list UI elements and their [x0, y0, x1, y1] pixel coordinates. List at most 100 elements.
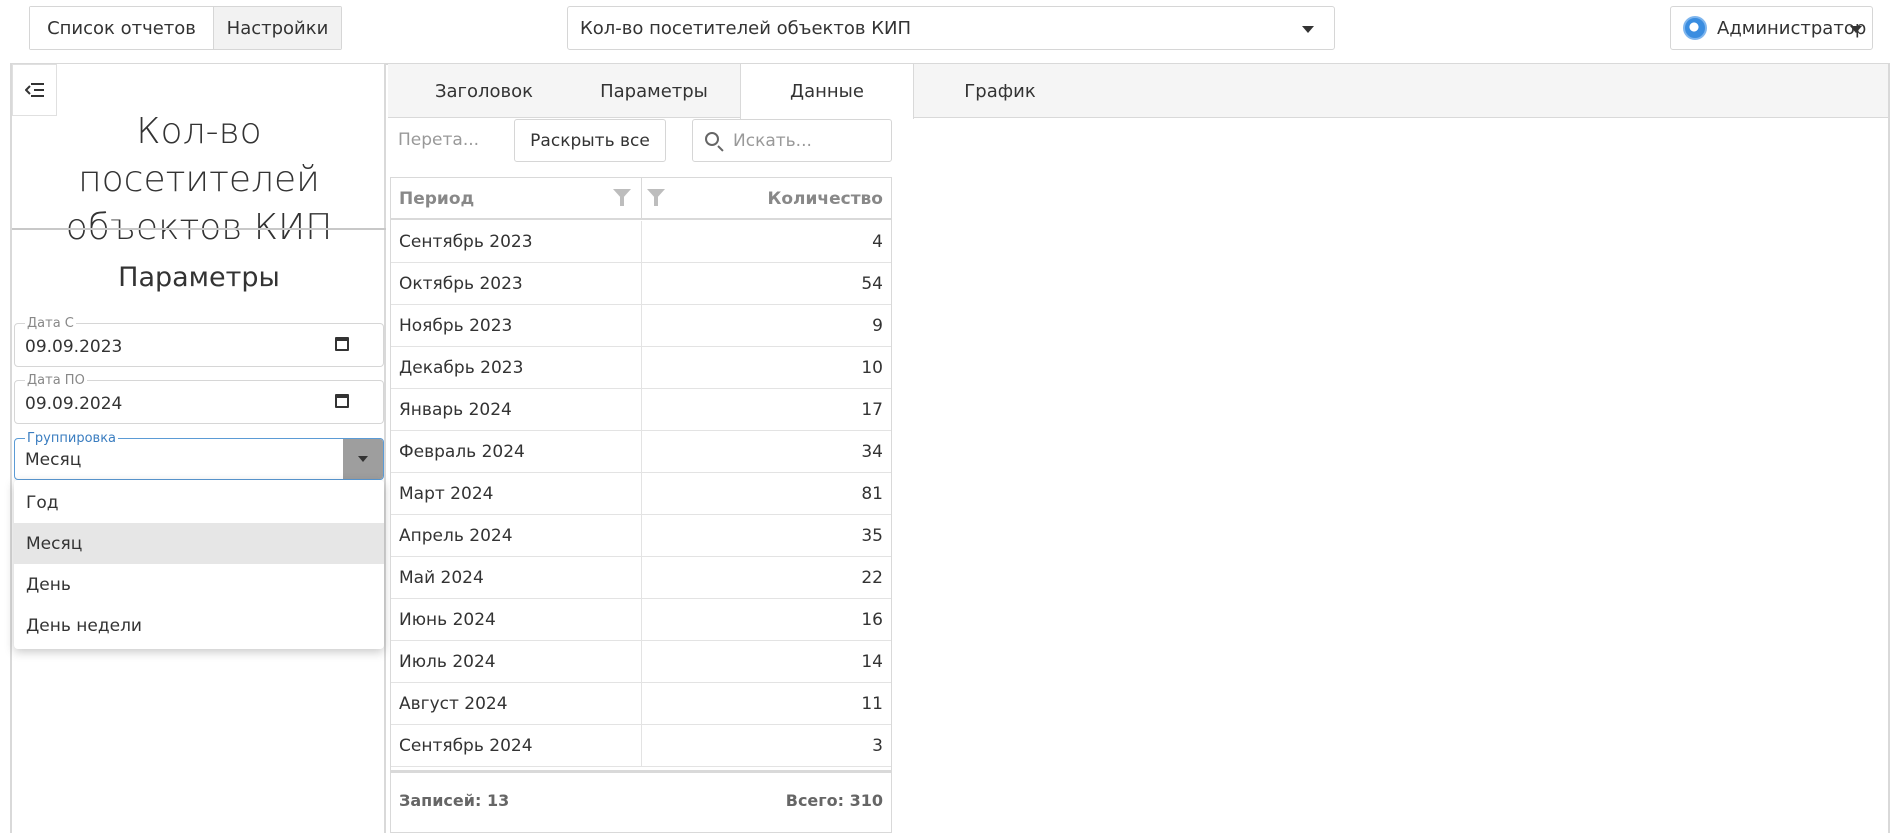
caret-down-icon — [1850, 26, 1862, 33]
date-from-field[interactable]: Дата С 09.09.2023 — [14, 316, 384, 367]
cell-quantity: 35 — [861, 526, 883, 546]
table-row[interactable]: Март 2024 81 — [391, 473, 891, 515]
cell-quantity: 34 — [861, 442, 883, 462]
report-selector[interactable]: Кол-во посетителей объектов КИП — [567, 6, 1335, 50]
grouping-option-weekday[interactable]: День недели — [14, 605, 384, 646]
cell-period: Сентябрь 2024 — [399, 736, 533, 756]
top-bar: Список отчетов Настройки Кол-во посетите… — [0, 0, 1894, 62]
table-row[interactable]: Сентябрь 2024 3 — [391, 725, 891, 767]
calendar-icon[interactable] — [335, 337, 349, 351]
cell-quantity: 4 — [872, 232, 883, 252]
cell-quantity: 14 — [861, 652, 883, 672]
caret-down-icon — [1302, 26, 1314, 33]
column-header-quantity[interactable]: Количество — [767, 189, 883, 209]
column-divider — [641, 557, 642, 599]
cell-period: Январь 2024 — [399, 400, 512, 420]
grouping-value: Месяц — [25, 450, 82, 470]
date-to-value: 09.09.2024 — [25, 394, 123, 414]
grouping-select[interactable]: Группировка Месяц — [14, 431, 384, 480]
user-menu-button[interactable]: Администратор — [1670, 6, 1873, 50]
search-icon — [705, 132, 719, 146]
collapse-menu-icon — [24, 83, 44, 97]
search-input[interactable] — [733, 130, 883, 152]
cell-period: Ноябрь 2023 — [399, 316, 513, 336]
reports-list-button[interactable]: Список отчетов — [30, 7, 213, 49]
filter-icon[interactable] — [613, 189, 631, 206]
cell-quantity: 3 — [872, 736, 883, 756]
calendar-icon[interactable] — [335, 394, 349, 408]
table-row[interactable]: Январь 2024 17 — [391, 389, 891, 431]
report-selector-value: Кол-во посетителей объектов КИП — [580, 17, 912, 39]
grid-footer: Записей: 13 Всего: 310 — [391, 770, 891, 832]
user-name: Администратор — [1717, 17, 1867, 39]
cell-period: Февраль 2024 — [399, 442, 525, 462]
cell-quantity: 54 — [861, 274, 883, 294]
date-from-value: 09.09.2023 — [25, 337, 123, 357]
records-count: Записей: 13 — [399, 791, 510, 810]
grouping-option-year[interactable]: Год — [14, 482, 384, 523]
table-row[interactable]: Июль 2024 14 — [391, 641, 891, 683]
grouping-label: Группировка — [25, 431, 119, 446]
column-divider — [641, 599, 642, 641]
table-row[interactable]: Декабрь 2023 10 — [391, 347, 891, 389]
search-box[interactable] — [692, 119, 892, 162]
column-divider — [641, 641, 642, 683]
grouping-option-month[interactable]: Месяц — [14, 523, 384, 564]
cell-period: Октябрь 2023 — [399, 274, 523, 294]
tab-chart[interactable]: График — [914, 64, 1086, 118]
column-header-period[interactable]: Период — [399, 189, 474, 209]
table-row[interactable]: Октябрь 2023 54 — [391, 263, 891, 305]
grid-header: Период Количество — [391, 178, 891, 220]
column-divider — [641, 263, 642, 305]
data-grid: Период Количество Сентябрь 2023 4 Октябрь… — [390, 177, 892, 833]
cell-quantity: 16 — [861, 610, 883, 630]
cell-quantity: 22 — [861, 568, 883, 588]
tab-data[interactable]: Данные — [740, 64, 914, 119]
column-divider — [641, 347, 642, 389]
tab-header[interactable]: Заголовок — [400, 64, 568, 118]
column-divider — [641, 725, 642, 767]
column-divider — [641, 473, 642, 515]
column-divider — [641, 515, 642, 557]
report-title: Кол-во посетителей объектов КИП — [65, 111, 333, 248]
table-row[interactable]: Февраль 2024 34 — [391, 431, 891, 473]
dropdown-toggle-button[interactable] — [343, 439, 383, 479]
table-row[interactable]: Апрель 2024 35 — [391, 515, 891, 557]
group-drag-area[interactable]: Перета... — [398, 130, 479, 150]
cell-quantity: 9 — [872, 316, 883, 336]
column-divider — [641, 221, 642, 263]
grouping-dropdown: Год Месяц День День недели — [14, 480, 384, 649]
tab-parameters[interactable]: Параметры — [568, 64, 740, 118]
cell-period: Август 2024 — [399, 694, 508, 714]
date-to-field[interactable]: Дата ПО 09.09.2024 — [14, 373, 384, 424]
cell-period: Март 2024 — [399, 484, 494, 504]
column-divider — [641, 431, 642, 473]
column-divider — [641, 389, 642, 431]
settings-button[interactable]: Настройки — [213, 7, 341, 49]
cell-quantity: 17 — [861, 400, 883, 420]
table-row[interactable]: Август 2024 11 — [391, 683, 891, 725]
date-from-label: Дата С — [25, 316, 76, 331]
table-row[interactable]: Ноябрь 2023 9 — [391, 305, 891, 347]
expand-all-button[interactable]: Раскрыть все — [514, 119, 666, 162]
column-divider — [641, 305, 642, 347]
filter-icon[interactable] — [647, 189, 665, 206]
cell-period: Апрель 2024 — [399, 526, 513, 546]
cell-quantity: 81 — [861, 484, 883, 504]
grid-rows: Сентябрь 2023 4 Октябрь 2023 54 Ноябрь 202… — [391, 221, 891, 767]
user-avatar-icon — [1683, 16, 1707, 40]
cell-period: Декабрь 2023 — [399, 358, 524, 378]
table-row[interactable]: Июнь 2024 16 — [391, 599, 891, 641]
cell-period: Июнь 2024 — [399, 610, 496, 630]
cell-period: Июль 2024 — [399, 652, 496, 672]
table-row[interactable]: Май 2024 22 — [391, 557, 891, 599]
cell-period: Май 2024 — [399, 568, 484, 588]
parameters-panel: Кол-во посетителей объектов КИП Параметр… — [12, 64, 386, 833]
total-sum: Всего: 310 — [785, 791, 883, 810]
column-divider — [641, 178, 642, 220]
cell-quantity: 10 — [861, 358, 883, 378]
tabs-bar: Заголовок Параметры Данные График — [388, 64, 1888, 119]
table-row[interactable]: Сентябрь 2023 4 — [391, 221, 891, 263]
grouping-option-day[interactable]: День — [14, 564, 384, 605]
title-divider — [12, 228, 386, 230]
